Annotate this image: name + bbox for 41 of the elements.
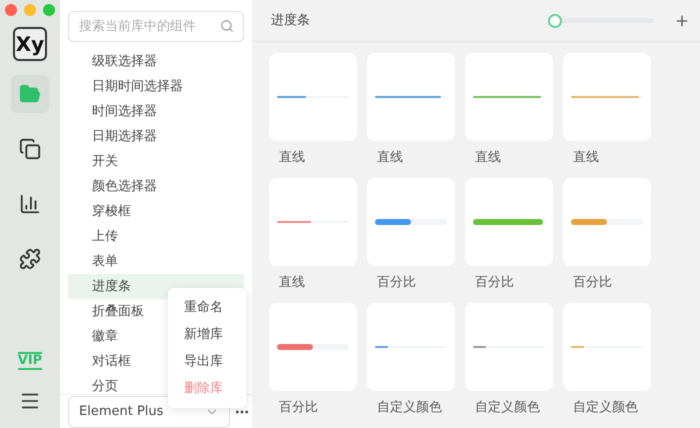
menu-item[interactable]: 新增库: [168, 321, 246, 348]
preview-card[interactable]: [563, 178, 651, 266]
component-list-item[interactable]: 颜色选择器: [68, 174, 244, 199]
bar-chart-icon: [19, 193, 41, 215]
card-label: 百分比: [474, 274, 515, 292]
component-list-item[interactable]: 时间选择器: [68, 99, 244, 124]
component-list-item[interactable]: 日期选择器: [68, 124, 244, 149]
card-label: 自定义颜色: [376, 399, 443, 417]
slider-thumb[interactable]: [548, 14, 562, 28]
component-list-item[interactable]: 表单: [68, 249, 244, 274]
search-icon: [220, 19, 234, 33]
copy-icon: [19, 138, 41, 160]
card-label: 自定义颜色: [572, 399, 639, 417]
card-label: 直线: [278, 274, 306, 292]
component-list-item[interactable]: 穿梭框: [68, 199, 244, 224]
card-label: 直线: [572, 149, 600, 167]
component-list-item[interactable]: 级联选择器: [68, 49, 244, 74]
zoom-slider[interactable]: [548, 14, 654, 28]
card-label: 直线: [474, 149, 502, 167]
menu-item[interactable]: 导出库: [168, 348, 246, 375]
minimize-light[interactable]: [24, 4, 36, 16]
close-light[interactable]: [5, 4, 17, 16]
page-title: 进度条: [271, 12, 310, 30]
puzzle-icon: [19, 248, 41, 270]
card-label: 自定义颜色: [474, 399, 541, 417]
component-list-item[interactable]: 开关: [68, 149, 244, 174]
component-list-item[interactable]: 上传: [68, 224, 244, 249]
component-list-item[interactable]: 日期时间选择器: [68, 74, 244, 99]
card-label: 百分比: [278, 399, 319, 417]
card-label: 直线: [278, 149, 306, 167]
card-label: 直线: [376, 149, 404, 167]
app-logo: Xy: [13, 27, 47, 61]
search-field[interactable]: 搜索当前库中的组件: [68, 11, 244, 42]
folder-icon: [19, 83, 41, 105]
preview-card[interactable]: [465, 178, 553, 266]
preview-card[interactable]: [269, 303, 357, 391]
maximize-light[interactable]: [43, 4, 55, 16]
preview-card[interactable]: [367, 178, 455, 266]
card-label: 百分比: [376, 274, 417, 292]
card-label: 百分比: [572, 274, 613, 292]
add-icon[interactable]: [674, 12, 690, 28]
